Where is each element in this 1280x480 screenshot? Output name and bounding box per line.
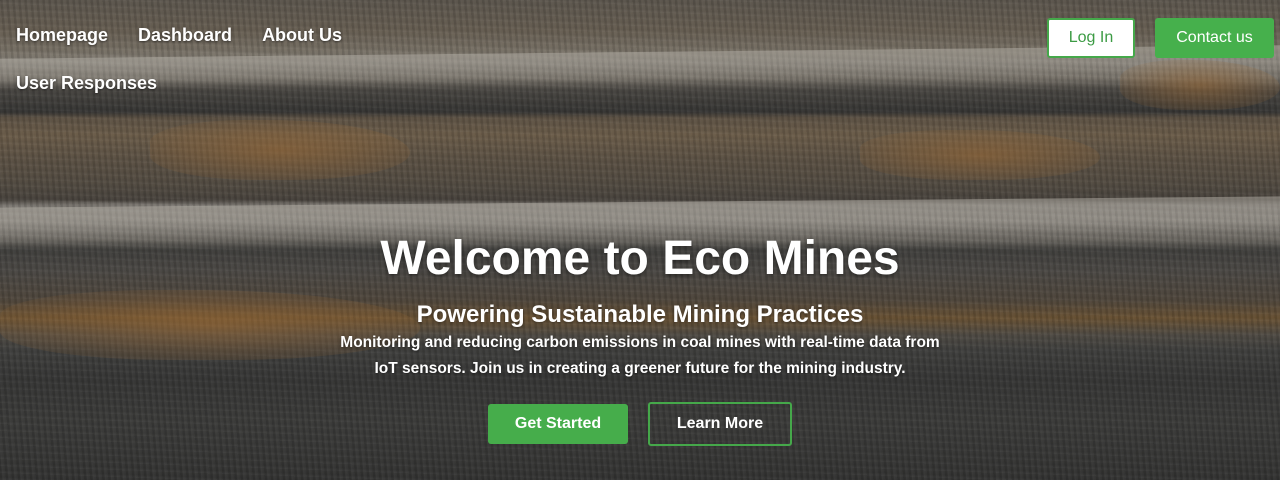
contact-us-button[interactable]: Contact us [1155, 18, 1274, 58]
header-actions: Log In Contact us [1047, 18, 1274, 58]
hero-content: Welcome to Eco Mines Powering Sustainabl… [0, 228, 1280, 446]
hero-title: Welcome to Eco Mines [380, 232, 900, 285]
main-nav: Homepage Dashboard About Us User Responses [16, 22, 376, 96]
nav-link-homepage[interactable]: Homepage [16, 22, 108, 48]
login-button[interactable]: Log In [1047, 18, 1135, 58]
nav-row: User Responses [16, 70, 376, 96]
get-started-button[interactable]: Get Started [488, 404, 628, 444]
nav-link-user-responses[interactable]: User Responses [16, 70, 157, 96]
learn-more-button[interactable]: Learn More [648, 402, 792, 446]
nav-link-about-us[interactable]: About Us [262, 22, 342, 48]
hero-description: Monitoring and reducing carbon emissions… [340, 334, 940, 377]
nav-link-dashboard[interactable]: Dashboard [138, 22, 232, 48]
hero-cta-group: Get Started Learn More [0, 402, 1280, 446]
hero-section: Homepage Dashboard About Us User Responses… [0, 0, 1280, 480]
hero-subtitle: Powering Sustainable Mining Practices [416, 301, 864, 328]
